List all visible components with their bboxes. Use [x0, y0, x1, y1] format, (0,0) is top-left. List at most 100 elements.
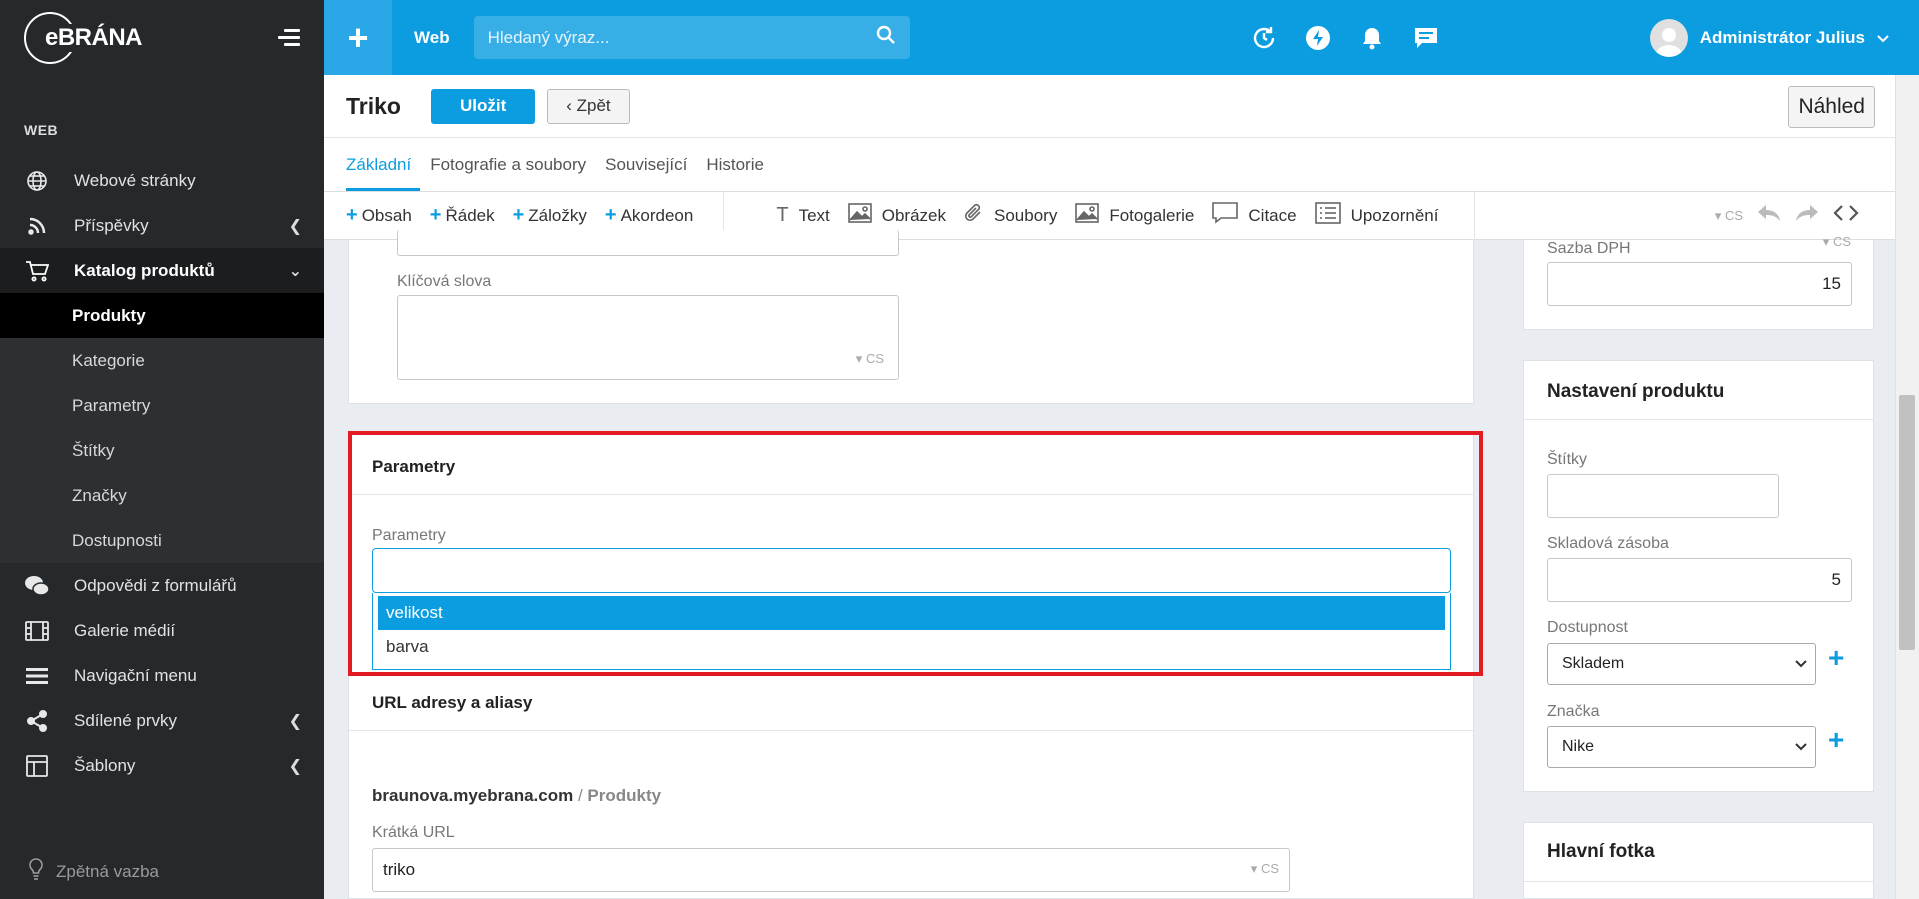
- files-block-button[interactable]: Soubory: [964, 202, 1057, 229]
- description-textarea[interactable]: [397, 230, 899, 256]
- collapse-menu-icon[interactable]: [278, 28, 300, 47]
- vat-label: Sazba DPH: [1547, 240, 1631, 257]
- availability-select[interactable]: Skladem: [1547, 643, 1816, 685]
- tool-label: Záložky: [528, 205, 587, 225]
- share-icon: [24, 708, 50, 734]
- feedback-link[interactable]: Zpětná vazba: [28, 858, 159, 885]
- url-separator: /: [573, 786, 588, 805]
- sidebar-header: eBRÁNA: [0, 0, 324, 75]
- sidebar-subitem-dostupnosti[interactable]: Dostupnosti: [0, 518, 324, 563]
- add-brand-button[interactable]: +: [1828, 724, 1844, 756]
- sync-icon[interactable]: [1251, 25, 1277, 51]
- search-icon[interactable]: [876, 25, 896, 50]
- preview-button[interactable]: Náhled: [1788, 86, 1875, 128]
- plus-icon: +: [604, 204, 617, 226]
- add-content-button[interactable]: + Obsah: [346, 204, 412, 227]
- keywords-label: Klíčová slova: [397, 273, 492, 290]
- tags-input[interactable]: [1547, 474, 1779, 518]
- gallery-block-button[interactable]: Fotogalerie: [1075, 203, 1194, 228]
- tool-label: Fotogalerie: [1109, 205, 1195, 225]
- sidebar-subitem-kategorie[interactable]: Kategorie: [0, 338, 324, 383]
- lightbulb-icon: [28, 858, 44, 885]
- code-view-icon[interactable]: [1833, 204, 1859, 227]
- image-icon: [847, 203, 872, 228]
- sidebar-item-navigacni-menu[interactable]: Navigační menu: [0, 653, 324, 698]
- tab-zakladni[interactable]: Základní: [346, 138, 421, 191]
- chevron-down-icon: [1877, 28, 1889, 48]
- bell-icon[interactable]: [1359, 25, 1385, 51]
- lightning-icon[interactable]: [1305, 25, 1331, 51]
- sidebar-item-label: Odpovědi z formulářů: [74, 575, 237, 595]
- sidebar-item-label: Příspěvky: [74, 215, 149, 235]
- page-header: Triko Uložit ‹ Zpět Náhled: [324, 75, 1895, 138]
- sidebar-subitem-produkty[interactable]: Produkty: [0, 293, 324, 338]
- tool-label: Akordeon: [620, 205, 694, 225]
- search-input[interactable]: [487, 27, 848, 48]
- undo-icon[interactable]: [1757, 204, 1781, 227]
- sidebar-item-sdilene-prvky[interactable]: Sdílené prvky ❮: [0, 698, 324, 743]
- sidebar-subitem-parametry[interactable]: Parametry: [0, 383, 324, 428]
- sidebar-item-label: Sdílené prvky: [74, 710, 177, 730]
- save-button[interactable]: Uložit: [430, 88, 536, 124]
- add-row-button[interactable]: + Řádek: [430, 204, 495, 227]
- sidebar-item-label: Šablony: [74, 755, 136, 775]
- image-block-button[interactable]: Obrázek: [847, 203, 946, 228]
- sidebar-subitem-stitky[interactable]: Štítky: [0, 428, 324, 473]
- tool-label: Text: [798, 205, 830, 225]
- brand-value: Nike: [1562, 738, 1595, 755]
- gallery-icon: [1075, 203, 1100, 228]
- menu-icon: [24, 663, 50, 689]
- stock-input[interactable]: 5: [1547, 558, 1852, 602]
- sidebar-item-galerie[interactable]: Galerie médií: [0, 608, 324, 653]
- redo-icon[interactable]: [1795, 204, 1819, 227]
- plus-icon: +: [346, 204, 358, 226]
- language-selector[interactable]: ▾ CS: [856, 351, 884, 367]
- sidebar-item-prispevky[interactable]: Příspěvky ❮: [0, 203, 324, 248]
- keywords-textarea[interactable]: ▾ CS: [397, 295, 899, 380]
- add-availability-button[interactable]: +: [1828, 642, 1844, 674]
- sidebar-item-label: Galerie médií: [74, 620, 176, 640]
- language-code: CS: [1260, 861, 1279, 876]
- search-box: [473, 16, 910, 59]
- main-photo-card: Hlavní fotka: [1523, 822, 1874, 899]
- language-selector[interactable]: ▾ CS: [1715, 208, 1743, 224]
- page-title: Triko: [346, 92, 401, 119]
- add-new-button[interactable]: +: [324, 0, 392, 75]
- back-button[interactable]: ‹ Zpět: [547, 88, 630, 124]
- text-block-button[interactable]: T Text: [776, 204, 829, 227]
- notice-icon: [1314, 202, 1341, 229]
- main-photo-heading: Hlavní fotka: [1547, 841, 1655, 862]
- language-selector[interactable]: ▾ CS: [1823, 234, 1851, 250]
- sidebar-item-katalog-produktu[interactable]: Katalog produktů ⌄: [0, 248, 324, 293]
- language-selector[interactable]: ▾ CS: [1251, 861, 1279, 877]
- scrollbar-thumb[interactable]: [1899, 395, 1915, 650]
- logo[interactable]: eBRÁNA: [24, 11, 146, 64]
- tab-historie[interactable]: Historie: [706, 138, 773, 191]
- sidebar-section-heading: WEB: [24, 122, 59, 138]
- web-context-label[interactable]: Web: [414, 28, 450, 48]
- url-card: URL adresy a aliasy braunova.myebrana.co…: [348, 676, 1474, 899]
- stock-label: Skladová zásoba: [1547, 535, 1669, 552]
- page-scrollbar[interactable]: [1895, 75, 1919, 899]
- tags-label: Štítky: [1547, 451, 1588, 468]
- tab-souvisejici[interactable]: Související: [605, 138, 696, 191]
- brand-select[interactable]: Nike: [1547, 726, 1816, 768]
- plus-icon: +: [512, 204, 525, 226]
- sidebar-item-odpovedi[interactable]: Odpovědi z formulářů: [0, 563, 324, 608]
- message-icon[interactable]: [1413, 25, 1439, 51]
- sidebar-item-webove-stranky[interactable]: Webové stránky: [0, 158, 324, 203]
- language-code: CS: [865, 351, 884, 366]
- user-menu[interactable]: Administrátor Julius: [1649, 18, 1889, 57]
- tab-bar: Základní Fotografie a soubory Souvisejíc…: [324, 138, 1895, 192]
- vat-value: 15: [1822, 274, 1841, 293]
- sidebar-subitem-znacky[interactable]: Značky: [0, 473, 324, 518]
- sidebar-item-sablony[interactable]: Šablony ❮: [0, 743, 324, 788]
- tab-fotografie[interactable]: Fotografie a soubory: [430, 138, 595, 191]
- notice-block-button[interactable]: Upozornění: [1314, 202, 1438, 229]
- card-divider: [349, 730, 1473, 731]
- add-tabs-button[interactable]: + Záložky: [513, 204, 587, 227]
- short-url-input[interactable]: triko ▾ CS: [372, 848, 1290, 892]
- add-accordion-button[interactable]: + Akordeon: [605, 204, 693, 227]
- vat-input[interactable]: 15: [1547, 262, 1852, 306]
- quote-block-button[interactable]: Citace: [1212, 202, 1297, 229]
